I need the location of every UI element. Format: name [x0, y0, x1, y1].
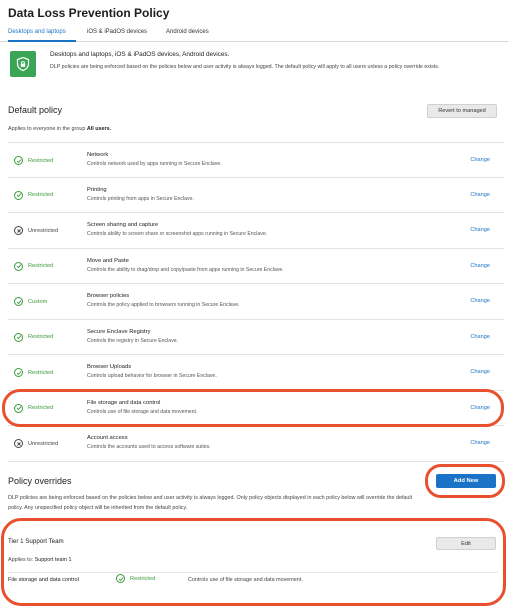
policy-row: Restricted Move and Paste Controls the abi…	[8, 249, 504, 284]
overrides-description: DLP policies are being enforced based on…	[8, 495, 413, 511]
change-link[interactable]: Change	[470, 369, 490, 375]
policy-name: Account access	[87, 435, 128, 441]
policy-description: Controls the accounts used to access sof…	[87, 444, 211, 450]
policy-row: Restricted Browser Uploads Controls upload…	[8, 355, 504, 391]
check-icon	[14, 332, 23, 342]
policy-description: Controls the ability to drag/drop and co…	[87, 266, 284, 273]
policy-overrides-title: Policy overrides	[8, 476, 72, 486]
x-circle-icon	[14, 439, 23, 448]
status-badge: Restricted	[14, 368, 53, 377]
change-link[interactable]: Change	[470, 405, 490, 411]
policy-description: Controls use of file storage and data mo…	[87, 408, 198, 415]
policy-name: File storage and data control	[87, 399, 161, 406]
status-label: Restricted	[28, 334, 54, 340]
policy-name: Move and Paste	[87, 257, 129, 264]
override-status-badge: Restricted	[116, 574, 155, 583]
change-link[interactable]: Change	[470, 298, 490, 304]
status-badge: Restricted	[14, 190, 54, 200]
status-label: Unrestricted	[28, 440, 59, 447]
override-card: Tier 1 Support Team Edit Applies to: Sup…	[0, 526, 508, 602]
policy-description: Controls the registry in Secure Enclave.	[87, 337, 179, 344]
active-tab-indicator	[8, 40, 76, 42]
revert-to-managed-button[interactable]: Revert to managed	[427, 104, 497, 118]
applies-prefix: Applies to everyone in the group	[8, 126, 86, 132]
change-link[interactable]: Change	[470, 227, 490, 233]
tab-android[interactable]: Android devices	[166, 29, 209, 35]
policy-banner: Desktops and laptops, iOS & iPadOS devic…	[8, 46, 504, 84]
change-link[interactable]: Change	[470, 263, 490, 269]
status-badge: Restricted	[14, 332, 54, 342]
banner-title: Desktops and laptops, iOS & iPadOS devic…	[50, 51, 230, 58]
policy-row: Restricted Network Controls network used b…	[8, 142, 504, 178]
default-policy-applies: Applies to everyone in the group All use…	[8, 126, 111, 132]
policy-row: Restricted Printing Controls printing from…	[8, 178, 504, 213]
applies-group: All users.	[86, 126, 112, 132]
policy-description: Controls network used by apps running in…	[87, 161, 222, 167]
policy-row: Restricted Secure Enclave Registry Control…	[8, 320, 504, 355]
change-link[interactable]: Change	[470, 334, 490, 340]
tab-desktops-laptops[interactable]: Desktops and laptops	[8, 29, 66, 35]
check-icon	[14, 403, 23, 413]
policy-description: Controls the policy applied to browsers …	[87, 302, 240, 308]
override-applies-prefix: Applies to:	[8, 557, 34, 563]
edit-button[interactable]: Edit	[436, 537, 496, 550]
status-badge: Restricted	[14, 261, 54, 271]
status-badge: Unrestricted	[14, 439, 58, 448]
policy-description: Controls upload behavior for browser in …	[87, 373, 217, 379]
check-icon	[14, 261, 23, 271]
banner-description: DLP policies are being enforced based on…	[50, 64, 440, 70]
check-icon	[14, 368, 23, 377]
default-policy-title: Default policy	[8, 105, 63, 115]
status-badge: Restricted	[14, 156, 53, 165]
policy-name: Screen sharing and capture	[87, 222, 159, 228]
status-label: Restricted	[28, 263, 54, 269]
tab-bar: Desktops and laptops iOS & iPadOS device…	[0, 26, 508, 42]
change-link[interactable]: Change	[470, 192, 490, 198]
override-applies-value: Support team 1	[34, 557, 72, 563]
divider	[8, 572, 498, 573]
status-label: Restricted	[28, 369, 54, 376]
check-icon	[14, 190, 23, 200]
status-badge: Unrestricted	[14, 226, 58, 235]
policy-name: Browser Uploads	[87, 364, 132, 370]
override-policy-description: Controls use of file storage and data mo…	[188, 577, 303, 583]
tab-ios-ipados[interactable]: iOS & iPadOS devices	[87, 29, 147, 35]
change-link[interactable]: Change	[470, 157, 490, 163]
override-status-label: Restricted	[130, 575, 156, 582]
shield-lock-icon	[10, 51, 36, 77]
override-card-title: Tier 1 Support Team	[8, 538, 64, 545]
policy-row: Custom Browser policies Controls the polic…	[8, 284, 504, 320]
policy-description: Controls ability to screen share or scre…	[87, 231, 268, 237]
check-icon	[14, 297, 23, 306]
change-link[interactable]: Change	[470, 440, 490, 446]
policy-name: Network	[87, 152, 109, 158]
status-label: Unrestricted	[28, 227, 59, 234]
policy-name: Printing	[87, 186, 107, 193]
status-badge: Restricted	[14, 403, 54, 413]
policy-name: Browser policies	[87, 293, 130, 299]
status-label: Restricted	[28, 157, 54, 164]
policy-name: Secure Enclave Registry	[87, 328, 151, 335]
policy-row: Unrestricted Screen sharing and capture Co…	[8, 213, 504, 249]
override-applies: Applies to: Support team 1	[8, 557, 72, 563]
default-policy-list: Restricted Network Controls network used b…	[8, 142, 504, 462]
status-label: Restricted	[28, 192, 54, 198]
x-circle-icon	[14, 226, 23, 235]
add-new-button[interactable]: Add New	[436, 474, 496, 488]
policy-row: Unrestricted Account access Controls the a…	[8, 426, 504, 462]
status-label: Restricted	[28, 405, 54, 411]
page-title: Data Loss Prevention Policy	[8, 6, 170, 20]
status-badge: Custom	[14, 297, 47, 306]
status-label: Custom	[28, 298, 48, 305]
check-icon	[116, 574, 125, 583]
check-icon	[14, 156, 23, 165]
policy-row: Restricted File storage and data control C…	[8, 391, 504, 426]
policy-description: Controls printing from apps in Secure En…	[87, 195, 194, 202]
override-policy-name: File storage and data control	[8, 577, 79, 583]
